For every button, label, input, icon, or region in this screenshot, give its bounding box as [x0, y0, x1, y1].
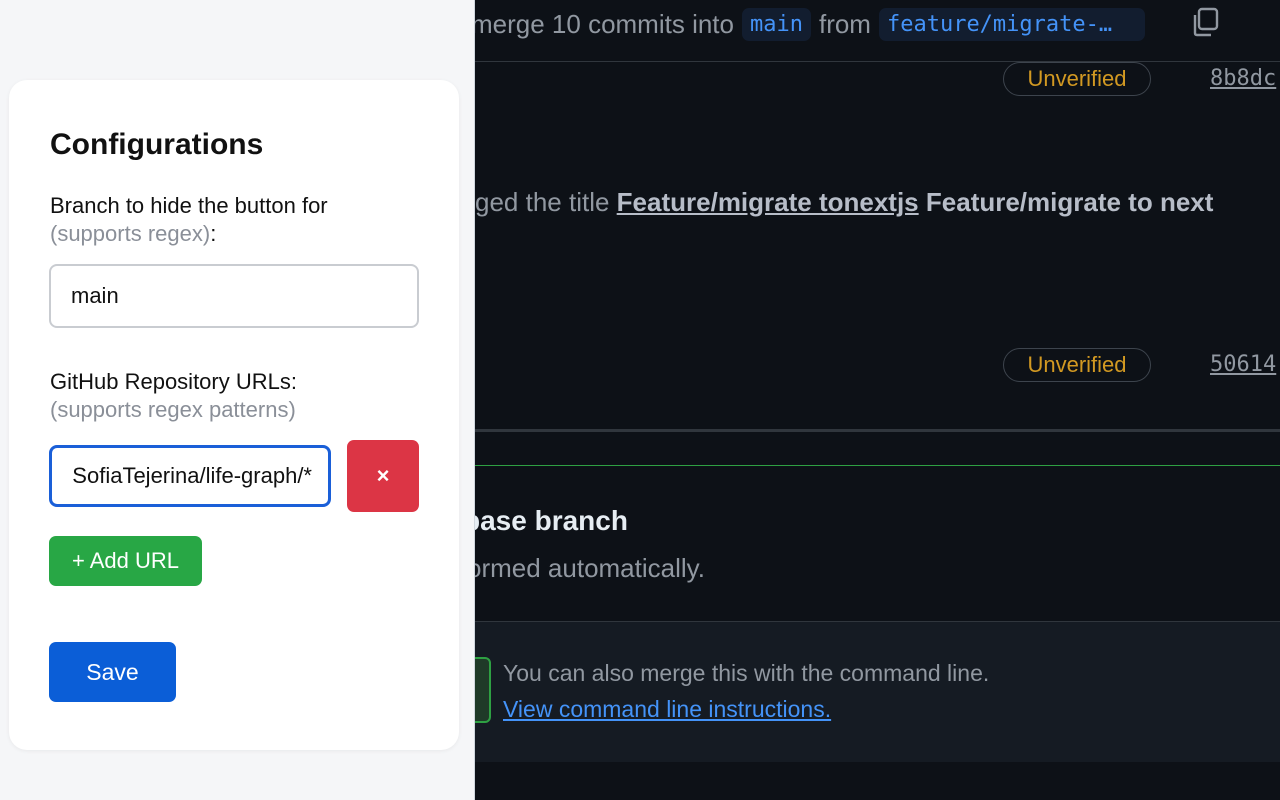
page-title: Configurations [50, 128, 264, 161]
cli-hint-text: You can also merge this with the command… [503, 660, 990, 686]
copy-icon[interactable] [1189, 6, 1221, 38]
save-button[interactable]: Save [49, 642, 176, 702]
merge-box-title: base branch [475, 505, 628, 536]
urls-label: GitHub Repository URLs: (supports regex … [50, 368, 297, 424]
branch-label: Branch to hide the button for (supports … [50, 192, 328, 248]
commit-sha-link[interactable]: 8b8dc [1210, 66, 1276, 91]
old-title: Feature/migrate tonextjs [616, 187, 919, 217]
from-text: from [818, 9, 871, 39]
branch-label-colon: : [210, 221, 217, 246]
title-change-prefix: ged the title [475, 187, 610, 217]
terminal-icon [475, 657, 491, 723]
cli-instructions-link[interactable]: View command line instructions. [503, 696, 831, 723]
base-branch-tag[interactable]: main [741, 8, 811, 41]
unverified-badge[interactable]: Unverified [1003, 62, 1151, 96]
new-title: Feature/migrate to next [925, 187, 1214, 217]
branch-label-text: Branch to hide the button for [50, 193, 328, 218]
urls-label-hint: (supports regex patterns) [50, 397, 296, 422]
title-change-event: ged the title Feature/migrate tonextjs F… [475, 187, 1213, 218]
github-pr-page: merge 10 commits into main from feature/… [475, 0, 1280, 800]
timeline-divider [475, 429, 1280, 432]
commit-sha-link[interactable]: 50614 [1210, 352, 1276, 377]
extension-panel: Configurations Branch to hide the button… [0, 0, 475, 800]
branch-input[interactable] [49, 264, 419, 328]
unverified-badge[interactable]: Unverified [1003, 348, 1151, 382]
merge-box: base branch ormed automatically. You can… [475, 465, 1280, 762]
merge-box-subtitle: ormed automatically. [475, 553, 705, 583]
branch-label-hint: (supports regex) [50, 221, 211, 246]
merge-summary-text: merge 10 commits into [475, 9, 734, 39]
merge-box-footer: You can also merge this with the command… [475, 621, 1280, 762]
add-url-button[interactable]: + Add URL [49, 536, 202, 586]
pr-merge-header: merge 10 commits into main from feature/… [475, 0, 1280, 62]
merge-summary: merge 10 commits into main from feature/… [475, 8, 1145, 41]
config-card: Configurations Branch to hide the button… [9, 80, 459, 750]
urls-label-text: GitHub Repository URLs: [50, 369, 297, 394]
remove-url-button[interactable]: × [347, 440, 419, 512]
repo-url-input[interactable] [49, 445, 331, 507]
head-branch-tag[interactable]: feature/migrate-… [878, 8, 1145, 41]
